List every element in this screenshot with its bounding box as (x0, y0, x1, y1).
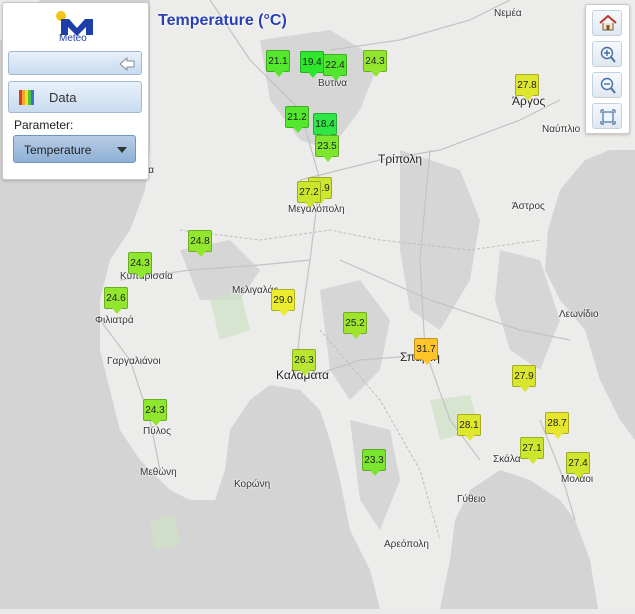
station-marker[interactable]: 24.8 (188, 230, 212, 257)
logo-text: Meteo (59, 33, 87, 44)
back-arrow-icon (119, 57, 135, 71)
place-label: Φιλιατρά (95, 315, 134, 326)
station-marker[interactable]: 28.7 (545, 412, 569, 439)
station-marker[interactable]: 28.1 (457, 414, 481, 441)
station-marker[interactable]: 24.3 (143, 399, 167, 426)
place-label: Ναύπλιο (542, 124, 581, 135)
station-marker[interactable]: 21.2 (285, 106, 309, 133)
station-marker[interactable]: 23.3 (362, 449, 386, 476)
place-label: Άστρος (512, 201, 545, 212)
place-label: Λεωνίδιο (559, 309, 599, 320)
station-marker[interactable]: 24.6 (104, 287, 128, 314)
collapse-panel-button[interactable] (8, 51, 142, 75)
station-marker[interactable]: 23.5 (315, 135, 339, 162)
data-button[interactable]: Data (8, 81, 142, 113)
place-label: Μεθώνη (140, 467, 177, 478)
station-marker[interactable]: 29.0 (271, 289, 295, 316)
chevron-down-icon (117, 147, 127, 153)
home-button[interactable] (592, 10, 622, 36)
station-marker[interactable]: 27.4 (566, 452, 590, 479)
zoom-in-button[interactable] (592, 41, 622, 67)
station-marker[interactable]: 24.3 (128, 252, 152, 279)
control-panel: Meteo Data Parameter: Temperature (2, 2, 149, 180)
place-label: Σκάλα (493, 454, 521, 465)
station-marker[interactable]: 18.4 (313, 113, 337, 140)
place-label: Γαργαλιάνοι (107, 356, 161, 367)
zoom-out-button[interactable] (592, 72, 622, 98)
data-layer-icon (19, 90, 34, 105)
station-marker[interactable]: 27.2 (297, 181, 321, 208)
parameter-select[interactable]: Temperature (13, 135, 136, 163)
place-label: Νεμέα (494, 8, 522, 19)
station-marker[interactable]: 21.1 (266, 50, 290, 77)
place-label: Αρεόπολη (384, 539, 429, 550)
parameter-label: Parameter: (14, 118, 74, 132)
place-label: Τρίπολη (378, 152, 423, 166)
map-title: Temperature (°C) (158, 12, 287, 29)
station-marker[interactable]: 26.3 (292, 349, 316, 376)
place-label: Πύλος (143, 426, 171, 437)
station-marker[interactable]: 27.1 (520, 437, 544, 464)
home-icon (599, 15, 617, 31)
place-label: Μεγαλόπολη (288, 204, 345, 215)
station-marker[interactable]: 19.4 (300, 51, 324, 78)
station-marker[interactable]: 22.4 (323, 54, 347, 81)
station-marker[interactable]: 24.3 (363, 50, 387, 77)
fullscreen-button[interactable] (592, 103, 622, 129)
station-marker[interactable]: 27.8 (515, 74, 539, 101)
place-label: Κορώνη (234, 479, 271, 490)
data-button-label: Data (49, 90, 77, 105)
zoom-in-icon (600, 46, 616, 63)
map-toolbar (585, 4, 630, 134)
fullscreen-icon (600, 109, 616, 125)
station-marker[interactable]: 31.7 (414, 338, 438, 365)
zoom-out-icon (600, 77, 616, 94)
parameter-value: Temperature (24, 143, 92, 157)
station-marker[interactable]: 27.9 (512, 365, 536, 392)
station-marker[interactable]: 25.2 (343, 312, 367, 339)
place-label: Γύθειο (457, 494, 486, 505)
